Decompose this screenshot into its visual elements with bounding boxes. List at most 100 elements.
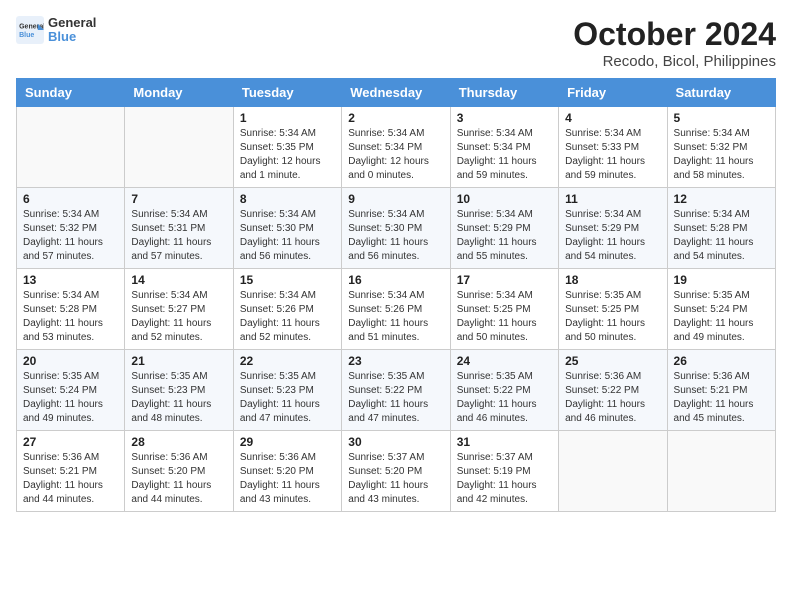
weekday-header-friday: Friday	[559, 79, 667, 107]
calendar-cell: 12Sunrise: 5:34 AM Sunset: 5:28 PM Dayli…	[667, 188, 775, 269]
day-info: Sunrise: 5:34 AM Sunset: 5:34 PM Dayligh…	[457, 127, 552, 183]
day-info: Sunrise: 5:34 AM Sunset: 5:27 PM Dayligh…	[131, 289, 226, 345]
day-info: Sunrise: 5:35 AM Sunset: 5:22 PM Dayligh…	[457, 370, 552, 426]
day-number: 2	[348, 111, 443, 125]
day-info: Sunrise: 5:34 AM Sunset: 5:31 PM Dayligh…	[131, 208, 226, 264]
weekday-header-sunday: Sunday	[17, 79, 125, 107]
calendar-cell: 28 Sunrise: 5:36 AM Sunset: 5:20 PM Dayli…	[125, 431, 233, 512]
calendar-cell: 9Sunrise: 5:34 AM Sunset: 5:30 PM Daylig…	[342, 188, 450, 269]
calendar-cell: 10Sunrise: 5:34 AM Sunset: 5:29 PM Dayli…	[450, 188, 558, 269]
calendar-cell: 6 Sunrise: 5:34 AM Sunset: 5:32 PM Daylig…	[17, 188, 125, 269]
calendar-cell: 17 Sunrise: 5:34 AM Sunset: 5:25 PM Dayli…	[450, 269, 558, 350]
calendar-table: SundayMondayTuesdayWednesdayThursdayFrid…	[16, 78, 776, 512]
weekday-header-tuesday: Tuesday	[233, 79, 341, 107]
day-info: Sunrise: 5:37 AM Sunset: 5:19 PM Dayligh…	[457, 451, 552, 507]
day-info: Sunrise: 5:36 AM Sunset: 5:20 PM Dayligh…	[240, 451, 335, 507]
calendar-cell: 5 Sunrise: 5:34 AM Sunset: 5:32 PM Daylig…	[667, 107, 775, 188]
day-number: 15	[240, 273, 335, 287]
week-row-1: 1 Sunrise: 5:34 AM Sunset: 5:35 PM Daylig…	[17, 107, 776, 188]
day-number: 22	[240, 354, 335, 368]
weekday-header-wednesday: Wednesday	[342, 79, 450, 107]
day-info: Sunrise: 5:34 AM Sunset: 5:29 PM Dayligh…	[565, 208, 660, 264]
day-number: 7	[131, 192, 226, 206]
calendar-cell: 19 Sunrise: 5:35 AM Sunset: 5:24 PM Dayli…	[667, 269, 775, 350]
day-number: 6	[23, 192, 118, 206]
day-number: 8	[240, 192, 335, 206]
day-number: 19	[674, 273, 769, 287]
day-info: Sunrise: 5:34 AM Sunset: 5:30 PM Dayligh…	[240, 208, 335, 264]
calendar-cell	[17, 107, 125, 188]
calendar-cell: 27Sunrise: 5:36 AM Sunset: 5:21 PM Dayli…	[17, 431, 125, 512]
calendar-cell	[667, 431, 775, 512]
calendar-cell	[125, 107, 233, 188]
calendar-cell: 25 Sunrise: 5:36 AM Sunset: 5:22 PM Dayli…	[559, 350, 667, 431]
day-number: 30	[348, 435, 443, 449]
page-title: October 2024	[573, 16, 776, 53]
weekday-header-monday: Monday	[125, 79, 233, 107]
calendar-cell: 22 Sunrise: 5:35 AM Sunset: 5:23 PM Dayli…	[233, 350, 341, 431]
day-info: Sunrise: 5:34 AM Sunset: 5:26 PM Dayligh…	[240, 289, 335, 345]
day-number: 28	[131, 435, 226, 449]
day-number: 11	[565, 192, 660, 206]
calendar-cell: 15 Sunrise: 5:34 AM Sunset: 5:26 PM Dayli…	[233, 269, 341, 350]
day-info: Sunrise: 5:34 AM Sunset: 5:35 PM Dayligh…	[240, 127, 335, 183]
day-info: Sunrise: 5:35 AM Sunset: 5:25 PM Dayligh…	[565, 289, 660, 345]
calendar-cell: 20 Sunrise: 5:35 AM Sunset: 5:24 PM Dayli…	[17, 350, 125, 431]
day-number: 5	[674, 111, 769, 125]
day-number: 17	[457, 273, 552, 287]
day-number: 18	[565, 273, 660, 287]
day-info: Sunrise: 5:36 AM Sunset: 5:21 PM Dayligh…	[674, 370, 769, 426]
day-info: Sunrise: 5:34 AM Sunset: 5:25 PM Dayligh…	[457, 289, 552, 345]
calendar-cell: 26 Sunrise: 5:36 AM Sunset: 5:21 PM Dayli…	[667, 350, 775, 431]
day-info: Sunrise: 5:36 AM Sunset: 5:21 PM Dayligh…	[23, 451, 118, 507]
calendar-cell: 16 Sunrise: 5:34 AM Sunset: 5:26 PM Dayli…	[342, 269, 450, 350]
calendar-cell: 23Sunrise: 5:35 AM Sunset: 5:22 PM Dayli…	[342, 350, 450, 431]
calendar-cell: 14 Sunrise: 5:34 AM Sunset: 5:27 PM Dayli…	[125, 269, 233, 350]
day-number: 9	[348, 192, 443, 206]
day-number: 3	[457, 111, 552, 125]
day-number: 23	[348, 354, 443, 368]
calendar-cell	[559, 431, 667, 512]
page-subtitle: Recodo, Bicol, Philippines	[573, 53, 776, 70]
day-info: Sunrise: 5:34 AM Sunset: 5:29 PM Dayligh…	[457, 208, 552, 264]
day-number: 4	[565, 111, 660, 125]
day-number: 21	[131, 354, 226, 368]
title-area: October 2024 Recodo, Bicol, Philippines	[573, 16, 776, 70]
calendar-cell: 29 Sunrise: 5:36 AM Sunset: 5:20 PM Dayli…	[233, 431, 341, 512]
day-number: 20	[23, 354, 118, 368]
svg-text:Blue: Blue	[19, 32, 34, 39]
day-info: Sunrise: 5:34 AM Sunset: 5:32 PM Dayligh…	[23, 208, 118, 264]
day-info: Sunrise: 5:35 AM Sunset: 5:24 PM Dayligh…	[674, 289, 769, 345]
day-info: Sunrise: 5:37 AM Sunset: 5:20 PM Dayligh…	[348, 451, 443, 507]
day-number: 14	[131, 273, 226, 287]
weekday-header-thursday: Thursday	[450, 79, 558, 107]
day-number: 1	[240, 111, 335, 125]
weekday-header-row: SundayMondayTuesdayWednesdayThursdayFrid…	[17, 79, 776, 107]
day-number: 26	[674, 354, 769, 368]
day-info: Sunrise: 5:35 AM Sunset: 5:23 PM Dayligh…	[131, 370, 226, 426]
day-info: Sunrise: 5:34 AM Sunset: 5:34 PM Dayligh…	[348, 127, 443, 183]
week-row-4: 20 Sunrise: 5:35 AM Sunset: 5:24 PM Dayli…	[17, 350, 776, 431]
calendar-cell: 7 Sunrise: 5:34 AM Sunset: 5:31 PM Daylig…	[125, 188, 233, 269]
day-number: 29	[240, 435, 335, 449]
day-number: 25	[565, 354, 660, 368]
calendar-cell: 4 Sunrise: 5:34 AM Sunset: 5:33 PM Daylig…	[559, 107, 667, 188]
calendar-cell: 13Sunrise: 5:34 AM Sunset: 5:28 PM Dayli…	[17, 269, 125, 350]
calendar-cell: 2 Sunrise: 5:34 AM Sunset: 5:34 PM Daylig…	[342, 107, 450, 188]
week-row-3: 13Sunrise: 5:34 AM Sunset: 5:28 PM Dayli…	[17, 269, 776, 350]
logo: General Blue General Blue	[16, 16, 96, 45]
calendar-cell: 11 Sunrise: 5:34 AM Sunset: 5:29 PM Dayli…	[559, 188, 667, 269]
calendar-cell: 8 Sunrise: 5:34 AM Sunset: 5:30 PM Daylig…	[233, 188, 341, 269]
day-info: Sunrise: 5:35 AM Sunset: 5:24 PM Dayligh…	[23, 370, 118, 426]
day-info: Sunrise: 5:34 AM Sunset: 5:26 PM Dayligh…	[348, 289, 443, 345]
day-info: Sunrise: 5:34 AM Sunset: 5:32 PM Dayligh…	[674, 127, 769, 183]
calendar-cell: 24Sunrise: 5:35 AM Sunset: 5:22 PM Dayli…	[450, 350, 558, 431]
day-info: Sunrise: 5:36 AM Sunset: 5:20 PM Dayligh…	[131, 451, 226, 507]
day-info: Sunrise: 5:34 AM Sunset: 5:33 PM Dayligh…	[565, 127, 660, 183]
day-info: Sunrise: 5:36 AM Sunset: 5:22 PM Dayligh…	[565, 370, 660, 426]
day-number: 16	[348, 273, 443, 287]
day-info: Sunrise: 5:35 AM Sunset: 5:23 PM Dayligh…	[240, 370, 335, 426]
day-number: 13	[23, 273, 118, 287]
page-header: General Blue General Blue October 2024 R…	[16, 16, 776, 70]
calendar-cell: 30 Sunrise: 5:37 AM Sunset: 5:20 PM Dayli…	[342, 431, 450, 512]
